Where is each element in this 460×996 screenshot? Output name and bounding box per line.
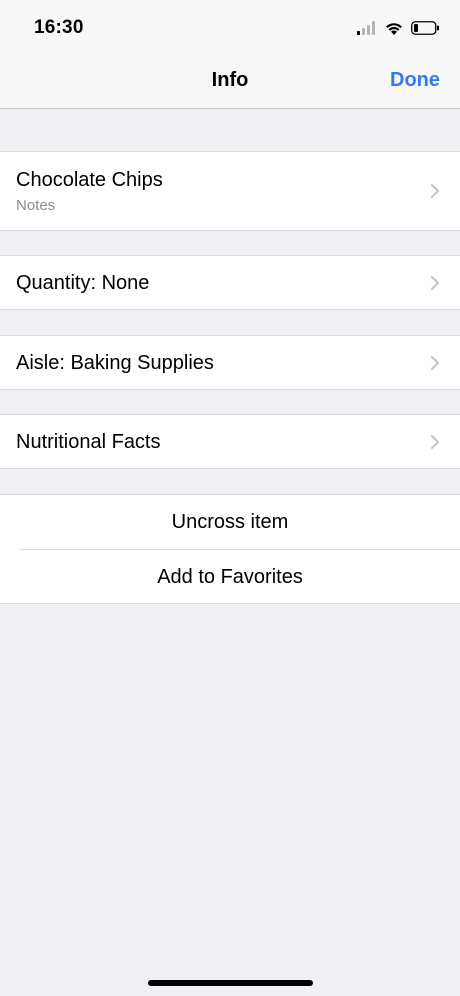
status-time: 16:30 xyxy=(34,17,84,38)
battery-icon xyxy=(411,21,439,35)
navigation-bar: Info Done xyxy=(0,56,460,109)
status-icons xyxy=(357,19,440,37)
item-name: Chocolate Chips xyxy=(16,169,163,191)
done-button[interactable]: Done xyxy=(390,69,440,92)
chevron-right-icon xyxy=(431,184,439,198)
quantity-cell[interactable]: Quantity: None xyxy=(0,255,460,310)
add-to-favorites-button[interactable]: Add to Favorites xyxy=(0,550,460,604)
item-name-cell[interactable]: Chocolate Chips Notes xyxy=(0,151,460,231)
status-bar: 16:30 xyxy=(0,0,460,56)
aisle-cell[interactable]: Aisle: Baking Supplies xyxy=(0,335,460,390)
home-indicator[interactable] xyxy=(148,980,313,986)
quantity-label: Quantity: None xyxy=(16,272,150,294)
chevron-right-icon xyxy=(431,356,439,370)
wifi-icon xyxy=(386,22,402,35)
chevron-right-icon xyxy=(431,435,439,449)
chevron-right-icon xyxy=(431,276,439,290)
notes-label: Notes xyxy=(16,197,56,214)
nutritional-facts-label: Nutritional Facts xyxy=(16,431,161,453)
aisle-label: Aisle: Baking Supplies xyxy=(16,352,214,374)
nutritional-facts-cell[interactable]: Nutritional Facts xyxy=(0,414,460,469)
action-group: Uncross item Add to Favorites xyxy=(0,494,460,604)
signal-icon xyxy=(357,21,375,35)
uncross-item-button[interactable]: Uncross item xyxy=(0,495,460,549)
